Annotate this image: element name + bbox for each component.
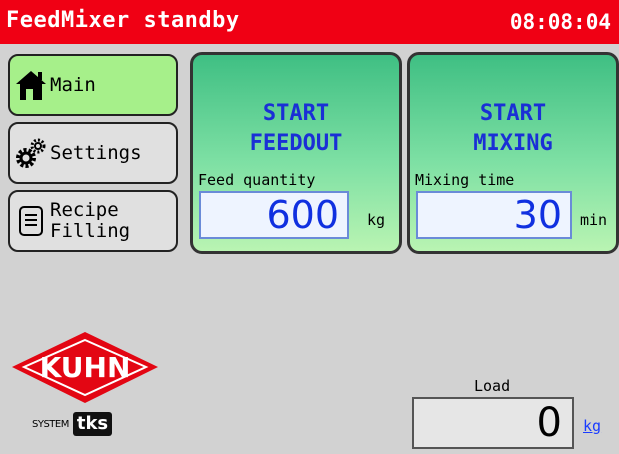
kuhn-logo: KUHN bbox=[10, 330, 160, 405]
nav-recipe-label-line1: Recipe bbox=[50, 199, 119, 221]
nav-recipe-filling-button[interactable]: Recipe Filling bbox=[8, 190, 178, 252]
feed-quantity-label: Feed quantity bbox=[198, 171, 316, 189]
nav-settings-button[interactable]: Settings bbox=[8, 122, 178, 184]
nav-recipe-label-line2: Filling bbox=[50, 220, 131, 242]
feed-quantity-unit: kg bbox=[367, 211, 386, 229]
nav-main-label: Main bbox=[50, 73, 96, 96]
nav-main-button[interactable]: Main bbox=[8, 54, 178, 116]
start-mixing-title: START MIXING bbox=[410, 99, 616, 159]
kuhn-logo-text: KUHN bbox=[40, 351, 131, 384]
gears-icon bbox=[12, 136, 50, 170]
start-mixing-button[interactable]: START MIXING Mixing time 30 min bbox=[407, 52, 619, 254]
start-mixing-line1: START bbox=[479, 101, 547, 126]
document-icon bbox=[12, 205, 50, 237]
start-feedout-line1: START bbox=[262, 101, 330, 126]
system-tks-logo: SYSTEM tks bbox=[32, 412, 113, 436]
system-text: SYSTEM bbox=[32, 418, 69, 430]
app-title: FeedMixer standby bbox=[6, 8, 240, 33]
load-value: 0 bbox=[412, 397, 574, 449]
feed-quantity-input[interactable]: 600 bbox=[199, 191, 349, 239]
start-feedout-title: START FEEDOUT bbox=[193, 99, 399, 159]
start-feedout-line2: FEEDOUT bbox=[249, 131, 343, 156]
mixing-time-unit: min bbox=[580, 211, 608, 229]
load-label: Load bbox=[474, 377, 511, 395]
title-bar: FeedMixer standby 08:08:04 bbox=[0, 0, 619, 44]
clock: 08:08:04 bbox=[509, 10, 611, 34]
start-mixing-line2: MIXING bbox=[473, 131, 553, 156]
tks-mark: tks bbox=[72, 412, 113, 436]
nav-settings-label: Settings bbox=[50, 141, 142, 164]
nav-recipe-label: Recipe Filling bbox=[50, 200, 130, 242]
start-feedout-button[interactable]: START FEEDOUT Feed quantity 600 kg bbox=[190, 52, 402, 254]
house-icon bbox=[12, 68, 50, 102]
mixing-time-label: Mixing time bbox=[415, 171, 515, 189]
load-unit-link[interactable]: kg bbox=[583, 417, 601, 435]
mixing-time-input[interactable]: 30 bbox=[416, 191, 572, 239]
